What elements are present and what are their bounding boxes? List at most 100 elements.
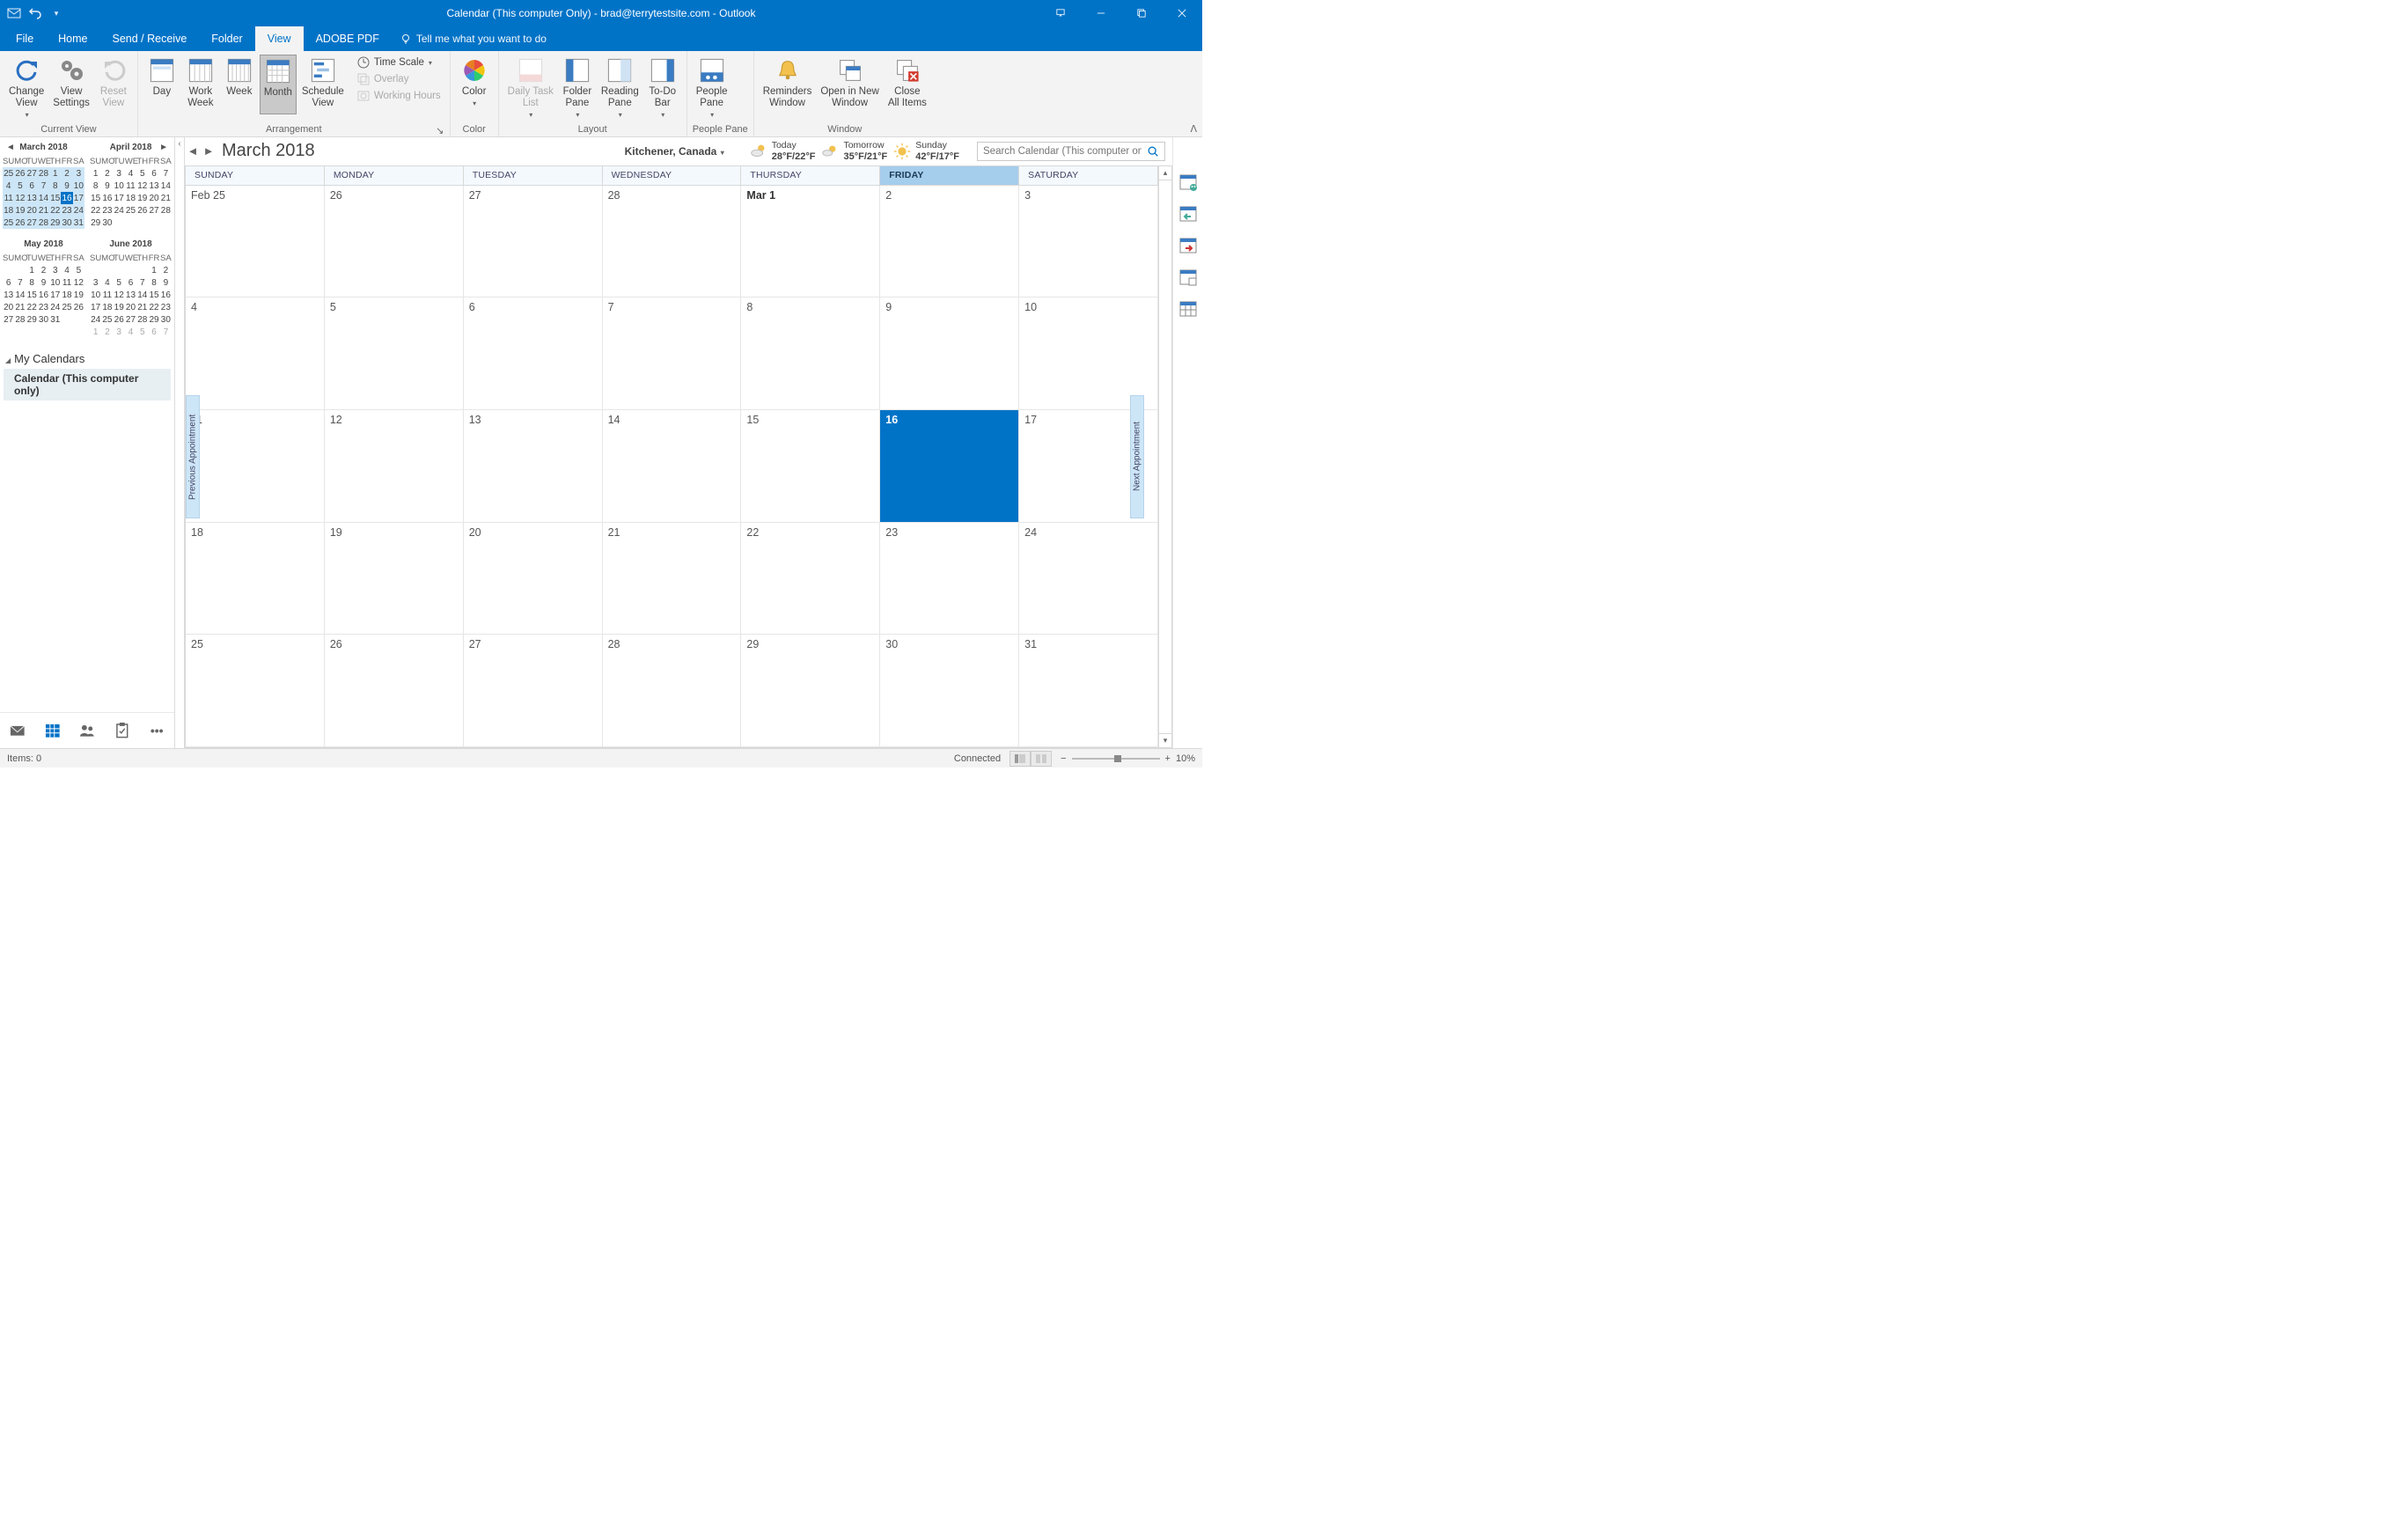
- day-cell[interactable]: 8: [741, 297, 880, 410]
- zoom-in-button[interactable]: +: [1165, 753, 1171, 764]
- ribbon-display-options-icon[interactable]: [1040, 0, 1081, 26]
- calendar-grid-peek-icon[interactable]: [1178, 299, 1198, 319]
- zoom-out-button[interactable]: −: [1061, 753, 1066, 764]
- day-cell[interactable]: 12: [325, 410, 464, 523]
- reading-pane-button[interactable]: Reading Pane▾: [598, 55, 642, 121]
- day-cell[interactable]: 15: [741, 410, 880, 523]
- day-cell[interactable]: 2: [880, 186, 1019, 298]
- day-cell[interactable]: 18: [186, 523, 325, 635]
- work-week-button[interactable]: Work Week: [182, 55, 219, 111]
- schedule-view-button[interactable]: Schedule View: [298, 55, 348, 111]
- my-calendars-header[interactable]: My Calendars: [4, 349, 171, 369]
- day-cell[interactable]: 31: [1019, 635, 1158, 747]
- mail-nav-icon[interactable]: [9, 722, 26, 739]
- next-nav-arrow[interactable]: ►: [159, 143, 168, 152]
- day-cell[interactable]: 11: [186, 410, 325, 523]
- weather-tomorrow[interactable]: Tomorrow35°F/21°F: [820, 141, 887, 162]
- day-cell[interactable]: 22: [741, 523, 880, 635]
- next-month-button[interactable]: ►: [202, 144, 215, 158]
- people-pane-button[interactable]: People Pane▾: [693, 55, 731, 121]
- day-cell[interactable]: 21: [603, 523, 742, 635]
- day-cell[interactable]: 7: [603, 297, 742, 410]
- date-navigator[interactable]: March 2018◄SUMOTUWETHFRSA252627281234567…: [0, 137, 174, 343]
- calendar-search[interactable]: [977, 142, 1165, 161]
- folder-pane-button[interactable]: Folder Pane▾: [559, 55, 596, 121]
- view-settings-button[interactable]: View Settings: [49, 55, 93, 111]
- day-cell[interactable]: 13: [464, 410, 603, 523]
- day-cell[interactable]: 9: [880, 297, 1019, 410]
- time-scale-button[interactable]: Time Scale▾: [353, 55, 444, 70]
- day-cell[interactable]: 28: [603, 186, 742, 298]
- day-cell[interactable]: 19: [325, 523, 464, 635]
- calendar-small-peek-icon[interactable]: [1178, 268, 1198, 287]
- day-cell[interactable]: 27: [464, 635, 603, 747]
- day-cell[interactable]: 26: [325, 186, 464, 298]
- next-appointment-tab[interactable]: Next Appointment: [1130, 395, 1144, 518]
- day-cell[interactable]: 29: [741, 635, 880, 747]
- search-icon[interactable]: [1147, 145, 1164, 158]
- tell-me-search[interactable]: Tell me what you want to do: [392, 26, 555, 51]
- tab-home[interactable]: Home: [46, 26, 99, 51]
- calendar-nav-icon[interactable]: [44, 722, 62, 739]
- reminders-window-button[interactable]: Reminders Window: [760, 55, 816, 111]
- day-cell[interactable]: 16: [880, 410, 1019, 523]
- calendar-peek-icon[interactable]: [1178, 173, 1198, 192]
- day-cell[interactable]: 25: [186, 635, 325, 747]
- daily-task-list-button[interactable]: Daily Task List▾: [504, 55, 557, 121]
- collapse-folder-pane[interactable]: ‹: [175, 137, 185, 748]
- day-cell[interactable]: 5: [325, 297, 464, 410]
- close-button[interactable]: [1162, 0, 1202, 26]
- scroll-down-button[interactable]: ▾: [1159, 733, 1171, 747]
- minimize-button[interactable]: [1081, 0, 1121, 26]
- more-nav-icon[interactable]: •••: [148, 722, 165, 739]
- undo-icon[interactable]: [28, 6, 42, 20]
- zoom-slider[interactable]: [1072, 758, 1160, 760]
- reading-view-button[interactable]: [1031, 751, 1052, 767]
- tab-send-receive[interactable]: Send / Receive: [100, 26, 200, 51]
- prev-month-button[interactable]: ◄: [187, 144, 199, 158]
- day-cell[interactable]: 23: [880, 523, 1019, 635]
- day-cell[interactable]: 14: [603, 410, 742, 523]
- day-cell[interactable]: Feb 25: [186, 186, 325, 298]
- open-in-new-window-button[interactable]: Open in New Window: [817, 55, 882, 111]
- calendar-forward-peek-icon[interactable]: [1178, 236, 1198, 255]
- prev-nav-arrow[interactable]: ◄: [6, 143, 15, 152]
- zoom-control[interactable]: − + 10%: [1061, 753, 1195, 764]
- tasks-nav-icon[interactable]: [114, 722, 131, 739]
- calendar-scrollbar[interactable]: ▴ ▾: [1158, 165, 1172, 748]
- send-receive-all-icon[interactable]: [7, 6, 21, 20]
- color-button[interactable]: Color▾: [456, 55, 493, 109]
- day-button[interactable]: Day: [143, 55, 180, 113]
- collapse-ribbon-icon[interactable]: ᐱ: [1190, 123, 1197, 135]
- dialog-launcher-icon[interactable]: ↘: [436, 125, 444, 134]
- day-cell[interactable]: 27: [464, 186, 603, 298]
- people-nav-icon[interactable]: [78, 722, 96, 739]
- weather-today[interactable]: Today28°F/22°F: [749, 141, 816, 162]
- day-cell[interactable]: 26: [325, 635, 464, 747]
- day-cell[interactable]: 4: [186, 297, 325, 410]
- tab-view[interactable]: View: [255, 26, 304, 51]
- normal-view-button[interactable]: [1009, 751, 1031, 767]
- day-cell[interactable]: 6: [464, 297, 603, 410]
- week-button[interactable]: Week: [221, 55, 258, 113]
- maximize-button[interactable]: [1121, 0, 1162, 26]
- weather-sunday[interactable]: Sunday42°F/17°F: [892, 141, 959, 162]
- change-view-button[interactable]: Change View▾: [5, 55, 48, 121]
- qat-customize-icon[interactable]: ▾: [49, 6, 63, 20]
- day-cell[interactable]: 10: [1019, 297, 1158, 410]
- todo-bar-button[interactable]: To-Do Bar▾: [644, 55, 681, 121]
- calendar-item[interactable]: Calendar (This computer only): [4, 369, 171, 400]
- day-cell[interactable]: 3: [1019, 186, 1158, 298]
- tab-file[interactable]: File: [4, 26, 46, 51]
- scroll-up-button[interactable]: ▴: [1159, 166, 1171, 180]
- tab-adobe-pdf[interactable]: ADOBE PDF: [304, 26, 392, 51]
- day-cell[interactable]: 30: [880, 635, 1019, 747]
- day-cell[interactable]: 24: [1019, 523, 1158, 635]
- close-all-items-button[interactable]: Close All Items: [885, 55, 930, 111]
- calendar-back-peek-icon[interactable]: [1178, 204, 1198, 224]
- day-cell[interactable]: 28: [603, 635, 742, 747]
- search-input[interactable]: [978, 146, 1147, 157]
- month-button[interactable]: Month: [260, 55, 297, 114]
- day-cell[interactable]: 20: [464, 523, 603, 635]
- weather-location[interactable]: Kitchener, Canada ▾: [625, 145, 724, 158]
